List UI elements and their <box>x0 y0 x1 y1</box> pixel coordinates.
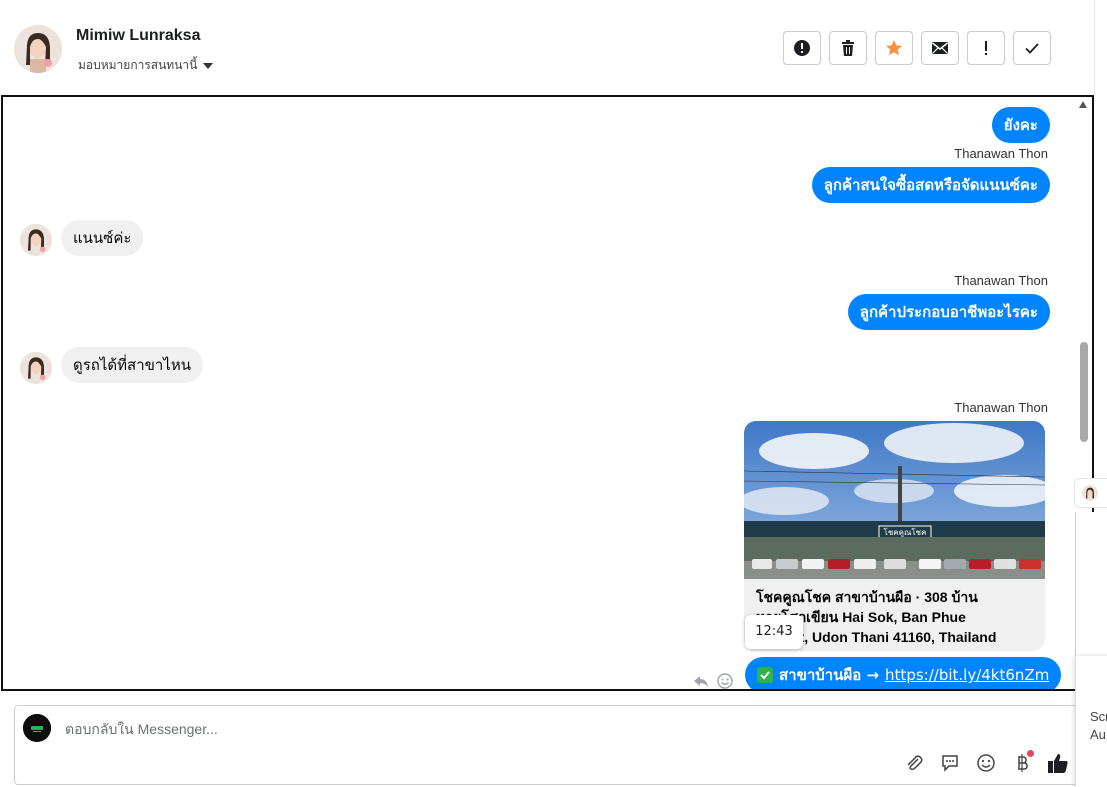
notification-dot <box>1027 750 1034 757</box>
mark-done-button[interactable] <box>1013 31 1051 65</box>
side-text-1: Scr <box>1090 709 1107 724</box>
thumbs-up-icon <box>1048 754 1068 773</box>
link-message[interactable]: สาขาบ้านผือ → https://bit.ly/4kt6nZm <box>745 657 1062 689</box>
contact-name[interactable]: Mimiw Lunraksa <box>76 27 200 45</box>
message-thread[interactable]: ยังคะ Thanawan Thon ลูกค้าสนใจซื้อสดหรือ… <box>1 95 1094 691</box>
sender-name: Thanawan Thon <box>954 146 1048 161</box>
message-hover-actions <box>692 672 734 690</box>
incoming-message[interactable]: ดูรถได้ที่สาขาไหน <box>61 347 203 383</box>
checkmark-icon <box>1025 43 1039 54</box>
branch-link[interactable]: https://bit.ly/4kt6nZm <box>885 657 1049 689</box>
incoming-message[interactable]: แนนซ์ค่ะ <box>61 220 144 256</box>
report-button[interactable] <box>783 31 821 65</box>
like-button[interactable] <box>1047 752 1069 774</box>
mark-unread-button[interactable] <box>921 31 959 65</box>
trash-icon <box>842 40 854 56</box>
scrollbar-thumb[interactable] <box>1080 342 1088 442</box>
address-line-1: โชคคูณโชค สาขาบ้านผือ · 308 บ้าน <box>756 589 978 605</box>
assign-conversation-dropdown[interactable]: มอบหมายการสนทนานี้ <box>78 56 214 75</box>
saved-replies-button[interactable] <box>939 752 961 774</box>
link-prefix: สาขาบ้านผือ → <box>779 666 880 684</box>
emoji-react-icon[interactable] <box>716 672 734 690</box>
star-button[interactable] <box>875 31 913 65</box>
report-icon <box>794 40 810 56</box>
chat-bubble-icon <box>942 755 958 772</box>
exclamation-icon <box>985 41 987 55</box>
location-photo: โชคคูณโชค <box>744 421 1045 579</box>
side-panel-edge <box>1075 512 1107 662</box>
message-input[interactable] <box>63 720 867 738</box>
spam-button[interactable] <box>967 31 1005 65</box>
mail-icon <box>932 42 948 54</box>
timestamp-tooltip: 12:43 <box>745 615 803 649</box>
contact-avatar[interactable] <box>14 25 62 73</box>
composer-tools <box>903 750 1069 774</box>
side-text-2: Au <box>1090 727 1106 742</box>
page-avatar <box>23 714 51 742</box>
checkmark-emoji-icon <box>757 667 773 683</box>
outgoing-message[interactable]: ยังคะ <box>991 107 1050 143</box>
smiley-icon <box>977 754 995 772</box>
conversation-header: Mimiw Lunraksa มอบหมายการสนทนานี้ <box>0 0 1095 95</box>
reply-icon[interactable] <box>692 672 710 690</box>
sender-name: Thanawan Thon <box>954 400 1048 415</box>
reply-composer <box>14 705 1086 785</box>
contact-avatar-small <box>20 224 52 256</box>
outgoing-message[interactable]: ลูกค้าประกอบอาชีพอะไรคะ <box>847 294 1050 330</box>
star-icon <box>886 40 902 56</box>
shop-sign: โชคคูณโชค <box>884 527 927 538</box>
sender-name: Thanawan Thon <box>954 273 1048 288</box>
side-conversation-chip[interactable] <box>1074 478 1107 508</box>
paperclip-icon <box>907 755 923 771</box>
emoji-button[interactable] <box>975 752 997 774</box>
header-actions <box>783 31 1051 65</box>
scroll-up-arrow-icon[interactable] <box>1079 101 1087 108</box>
caret-down-icon <box>203 62 214 69</box>
payment-button[interactable] <box>1011 750 1034 774</box>
delete-button[interactable] <box>829 31 867 65</box>
assign-label: มอบหมายการสนทนานี้ <box>78 58 198 72</box>
outgoing-message[interactable]: ลูกค้าสนใจซื้อสดหรือจัดแนนซ์คะ <box>811 167 1050 203</box>
contact-avatar-small <box>20 352 52 384</box>
attach-button[interactable] <box>903 752 925 774</box>
